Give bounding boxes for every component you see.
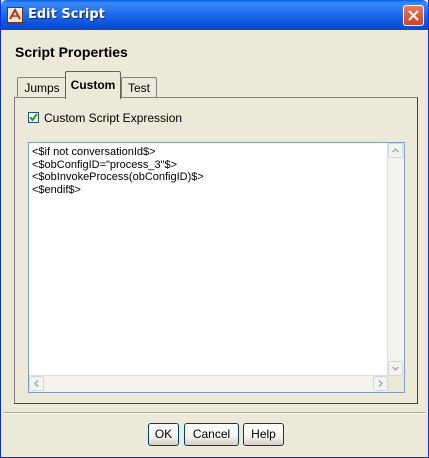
script-app-icon [7, 7, 23, 23]
chevron-right-icon [378, 380, 384, 387]
script-line: <$obInvokeProcess(obConfigID)$> [32, 171, 204, 183]
close-icon [408, 10, 419, 21]
vertical-scrollbar[interactable] [387, 143, 404, 376]
dialog-body: Script Properties Jumps Custom Test Cust… [4, 30, 425, 454]
custom-tab-panel: Custom Script Expression <$if not conver… [14, 97, 418, 404]
horizontal-scrollbar[interactable] [29, 375, 388, 392]
tab-jumps[interactable]: Jumps [17, 77, 67, 99]
scroll-left-button[interactable] [29, 376, 44, 391]
button-divider [4, 412, 425, 414]
script-text[interactable]: <$if not conversationId$> <$obConfigID="p… [32, 146, 384, 372]
section-title: Script Properties [15, 44, 128, 60]
script-line: <$endif$> [32, 183, 81, 196]
custom-script-checkbox[interactable] [28, 112, 39, 123]
close-button[interactable] [403, 5, 424, 26]
ok-button[interactable]: OK [148, 423, 179, 446]
scrollbar-corner [388, 376, 404, 392]
scroll-up-button[interactable] [388, 143, 403, 158]
checkmark-icon [29, 113, 38, 122]
window-title: Edit Script [28, 7, 105, 22]
scroll-right-button[interactable] [373, 376, 388, 391]
tab-custom[interactable]: Custom [65, 71, 121, 99]
script-editor[interactable]: <$if not conversationId$> <$obConfigID="p… [28, 142, 405, 393]
script-line: <$if not conversationId$> [32, 146, 156, 158]
chevron-up-icon [392, 147, 399, 153]
cancel-button[interactable]: Cancel [184, 423, 239, 446]
chevron-down-icon [392, 366, 399, 372]
help-button[interactable]: Help [243, 423, 284, 446]
edit-script-dialog: Edit Script Script Properties Jumps Cust… [0, 0, 429, 458]
script-line: <$obConfigID="process_3"$> [32, 158, 178, 171]
custom-script-checkbox-label[interactable]: Custom Script Expression [44, 111, 182, 125]
chevron-left-icon [33, 380, 39, 387]
title-bar[interactable]: Edit Script [1, 0, 428, 30]
tab-test[interactable]: Test [121, 77, 157, 99]
scroll-down-button[interactable] [388, 361, 403, 376]
